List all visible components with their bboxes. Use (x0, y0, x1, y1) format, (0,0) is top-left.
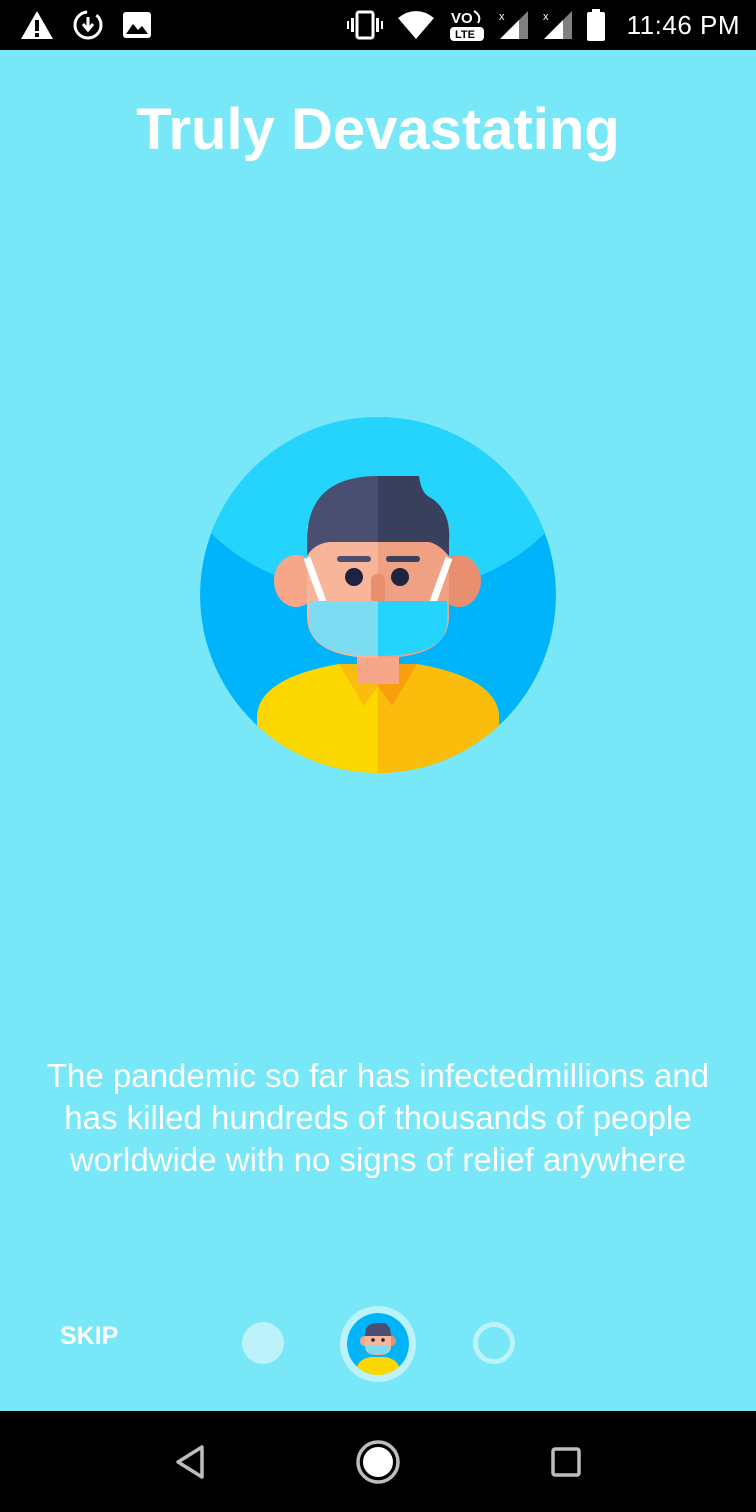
download-sync-icon (72, 9, 104, 41)
svg-text:VO: VO (451, 10, 473, 27)
back-icon[interactable] (165, 1437, 215, 1487)
svg-text:x: x (499, 11, 505, 23)
recents-icon[interactable] (541, 1437, 591, 1487)
vibrate-icon (346, 10, 383, 40)
status-right-icons: VO LTE x x 11:46 PM (346, 8, 740, 42)
mini-masked-person-icon (347, 1313, 409, 1375)
wifi-icon (397, 10, 435, 40)
signal-1-icon: x (499, 10, 529, 40)
svg-text:x: x (543, 11, 549, 23)
svg-text:LTE: LTE (455, 29, 475, 41)
navigation-bar (0, 1411, 756, 1512)
status-time: 11:46 PM (626, 9, 740, 40)
volte-icon: VO LTE (449, 8, 485, 42)
status-left-icons (20, 8, 152, 42)
page-indicator-dot-1[interactable] (242, 1322, 284, 1364)
page-title: Truly Devastating (136, 97, 620, 162)
page-indicator-dot-3[interactable] (473, 1322, 515, 1364)
page-indicator-dot-2-active[interactable] (340, 1306, 416, 1382)
signal-2-icon: x (543, 10, 573, 40)
image-icon (122, 11, 152, 39)
skip-button[interactable]: SKIP (60, 1322, 118, 1351)
status-bar: VO LTE x x 11:46 PM (0, 0, 756, 50)
warning-icon (20, 10, 54, 40)
masked-person-illustration (199, 416, 557, 774)
onboarding-description: The pandemic so far has infectedmillions… (46, 1057, 710, 1178)
battery-icon (586, 9, 605, 41)
home-icon[interactable] (353, 1437, 403, 1487)
